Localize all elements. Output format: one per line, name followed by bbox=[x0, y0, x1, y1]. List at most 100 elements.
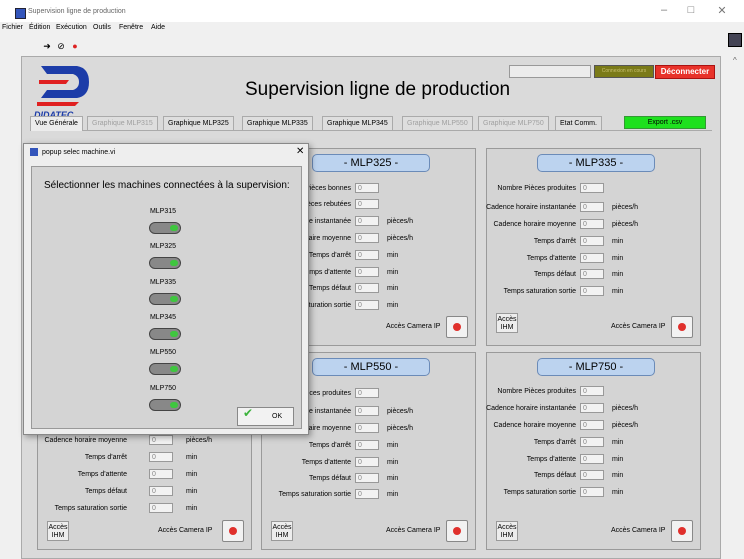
stat-value: 0 bbox=[355, 300, 379, 310]
tab-graphique-mlp335[interactable]: Graphique MLP335 bbox=[242, 116, 313, 130]
stat-row: Temps d'arrêt 0 min bbox=[487, 437, 700, 449]
ok-label: OK bbox=[272, 413, 283, 420]
stat-row: Nombre Pièces produites 0 bbox=[487, 183, 700, 195]
disconnect-button[interactable]: Déconnecter bbox=[655, 65, 715, 79]
toggle-mlp550[interactable] bbox=[149, 363, 181, 375]
stat-label: Temps saturation sortie bbox=[503, 288, 576, 295]
stat-unit: min bbox=[612, 238, 624, 245]
run-continuously-icon[interactable]: ⊘ bbox=[56, 41, 66, 51]
stat-label: Nombre Pièces produites bbox=[497, 388, 576, 395]
stat-value: 0 bbox=[580, 437, 604, 447]
stat-unit: min bbox=[387, 302, 399, 309]
stat-row: Nombre Pièces produites 0 bbox=[487, 386, 700, 398]
stat-label: Temps d'attente bbox=[77, 471, 127, 478]
stat-row: Temps d'attente 0 min bbox=[487, 454, 700, 466]
popup-app-icon bbox=[30, 148, 38, 156]
camera-ip-button[interactable] bbox=[446, 316, 468, 338]
stat-value: 0 bbox=[355, 250, 379, 260]
window-title: Supervision ligne de production bbox=[28, 8, 126, 15]
camera-ip-button[interactable] bbox=[671, 520, 693, 542]
minimize-icon[interactable]: – bbox=[654, 4, 674, 18]
stat-unit: min bbox=[612, 271, 624, 278]
stat-value: 0 bbox=[355, 473, 379, 483]
tab-etat-comm[interactable]: Etat Comm. bbox=[555, 116, 602, 130]
toggle-mlp325[interactable] bbox=[149, 257, 181, 269]
toggle-mlp345[interactable] bbox=[149, 328, 181, 340]
tab-vue-generale[interactable]: Vue Générale bbox=[30, 116, 83, 131]
ihm-button[interactable]: Accès IHM bbox=[271, 521, 293, 541]
toolbar bbox=[0, 34, 744, 54]
stat-row: Temps d'arrêt 0 min bbox=[487, 236, 700, 248]
stat-value: 0 bbox=[355, 440, 379, 450]
menu-fenetre[interactable]: Fenêtre bbox=[119, 24, 143, 31]
stat-unit: pièces/h bbox=[612, 221, 639, 228]
stat-value: 0 bbox=[580, 403, 604, 413]
vertical-scrollbar[interactable] bbox=[731, 55, 744, 557]
toggle-mlp335[interactable] bbox=[149, 293, 181, 305]
run-arrow-icon[interactable]: ➜ bbox=[42, 41, 52, 51]
toggle-on-indicator bbox=[170, 260, 178, 266]
export-csv-button[interactable]: Export .csv bbox=[624, 116, 706, 129]
stat-value: 0 bbox=[580, 219, 604, 229]
stat-value: 0 bbox=[355, 283, 379, 293]
popup-prompt: Sélectionner les machines connectées à l… bbox=[44, 180, 290, 191]
toggle-mlp750[interactable] bbox=[149, 399, 181, 411]
card-title: - MLP335 - bbox=[537, 154, 655, 172]
stat-value: 0 bbox=[355, 457, 379, 467]
menu-fichier[interactable]: Fichier bbox=[2, 24, 23, 31]
stat-unit: min bbox=[186, 471, 198, 478]
stat-row: Cadence horaire instantanée 0 pièces/h bbox=[486, 403, 700, 415]
scroll-up-icon[interactable]: ^ bbox=[733, 56, 737, 65]
tab-graphique-mlp325[interactable]: Graphique MLP325 bbox=[163, 116, 234, 130]
stat-unit: pièces/h bbox=[387, 408, 414, 415]
context-help-icon[interactable] bbox=[728, 33, 742, 47]
stat-value: 0 bbox=[355, 489, 379, 499]
stat-value: 0 bbox=[355, 423, 379, 433]
camera-dot-icon bbox=[678, 323, 686, 331]
ihm-button[interactable]: Accès IHM bbox=[496, 313, 518, 333]
camera-dot-icon bbox=[453, 323, 461, 331]
stat-value: 0 bbox=[355, 406, 379, 416]
card-title: - MLP750 - bbox=[537, 358, 655, 376]
stat-unit: pièces/h bbox=[612, 422, 639, 429]
close-icon[interactable]: ✕ bbox=[712, 4, 732, 18]
stat-label: Nombre Pièces produites bbox=[497, 185, 576, 192]
popup-close-icon[interactable]: ✕ bbox=[296, 146, 304, 157]
stat-label: Cadence horaire moyenne bbox=[493, 221, 577, 228]
ihm-button[interactable]: Accès IHM bbox=[496, 521, 518, 541]
stat-unit: min bbox=[387, 252, 399, 259]
stat-unit: min bbox=[387, 269, 399, 276]
stat-value: 0 bbox=[149, 435, 173, 445]
tab-graphique-mlp550[interactable]: Graphique MLP550 bbox=[402, 116, 473, 130]
camera-ip-button[interactable] bbox=[671, 316, 693, 338]
stat-value: 0 bbox=[580, 420, 604, 430]
camera-dot-icon bbox=[229, 527, 237, 535]
maximize-icon[interactable]: □ bbox=[681, 4, 701, 18]
stat-value: 0 bbox=[580, 286, 604, 296]
stat-label: Temps défaut bbox=[533, 472, 576, 479]
tab-graphique-mlp345[interactable]: Graphique MLP345 bbox=[322, 116, 393, 130]
stat-row: Cadence horaire moyenne 0 pièces/h bbox=[487, 420, 700, 432]
tab-graphique-mlp750[interactable]: Graphique MLP750 bbox=[478, 116, 549, 130]
menu-aide[interactable]: Aide bbox=[151, 24, 165, 31]
stat-value: 0 bbox=[355, 388, 379, 398]
menu-edition[interactable]: Édition bbox=[29, 24, 50, 31]
machine-label-mlp750: MLP750 bbox=[149, 385, 177, 392]
machine-label-mlp315: MLP315 bbox=[149, 208, 177, 215]
menu-execution[interactable]: Exécution bbox=[56, 24, 87, 31]
camera-label: Accès Camera IP bbox=[158, 527, 213, 534]
tab-graphique-mlp315[interactable]: Graphique MLP315 bbox=[87, 116, 158, 130]
toggle-mlp315[interactable] bbox=[149, 222, 181, 234]
stat-value: 0 bbox=[149, 503, 173, 513]
abort-icon[interactable]: ● bbox=[70, 41, 80, 51]
camera-ip-button[interactable] bbox=[222, 520, 244, 542]
stat-row: Cadence horaire moyenne 0 pièces/h bbox=[487, 219, 700, 231]
camera-ip-button[interactable] bbox=[446, 520, 468, 542]
ihm-button[interactable]: Accès IHM bbox=[47, 521, 69, 541]
stat-label: Cadence horaire moyenne bbox=[44, 437, 128, 444]
menu-outils[interactable]: Outils bbox=[93, 24, 111, 31]
stat-label: Temps d'attente bbox=[301, 269, 351, 276]
stat-label: Cadence horaire moyenne bbox=[493, 422, 577, 429]
card-mlp750: - MLP750 - Nombre Pièces produites 0 Cade… bbox=[486, 352, 701, 550]
machine-label-mlp335: MLP335 bbox=[149, 279, 177, 286]
